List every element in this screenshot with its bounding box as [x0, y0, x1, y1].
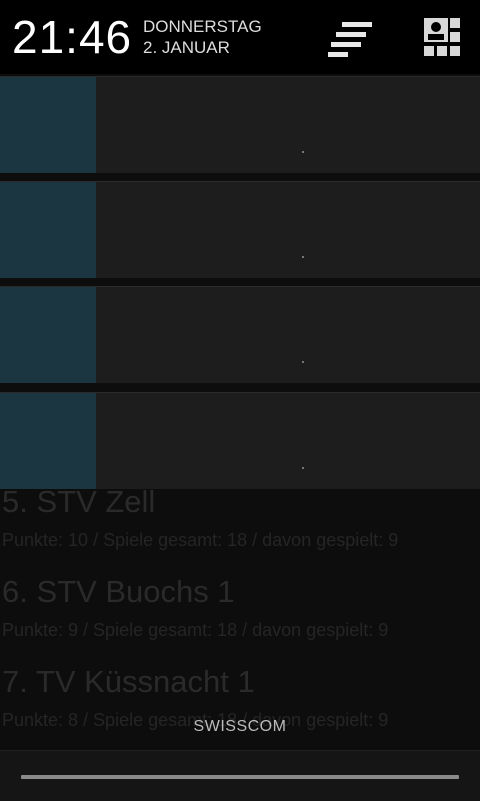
user-profile-button[interactable] — [418, 14, 466, 62]
notification-card[interactable] — [0, 392, 480, 489]
notification-card[interactable] — [0, 76, 480, 173]
shade-footer[interactable] — [0, 750, 480, 801]
notification-app-icon — [0, 182, 96, 278]
notification-app-icon — [0, 287, 96, 383]
carrier-label: SWISSCOM — [193, 718, 287, 735]
team-rank-title: 7. TV Küssnacht 1 — [2, 664, 255, 699]
notification-card[interactable] — [0, 286, 480, 383]
list-item: 6. STV Buochs 1 Punkte: 9 / Spiele gesam… — [2, 574, 388, 641]
notification-card[interactable] — [0, 181, 480, 278]
drag-handle[interactable] — [21, 775, 459, 779]
team-rank-title: 5. STV Zell — [2, 484, 156, 519]
notification-body — [96, 77, 480, 173]
notification-body — [96, 393, 480, 489]
list-item: 5. STV Zell Punkte: 10 / Spiele gesamt: … — [2, 484, 398, 551]
notification-shade-header: 21:46 DONNERSTAG 2. JANUAR — [0, 0, 480, 74]
notification-body — [96, 182, 480, 278]
user-profile-icon — [424, 18, 460, 56]
weekday: DONNERSTAG — [143, 17, 262, 36]
notification-app-icon — [0, 393, 96, 489]
team-rank-title: 6. STV Buochs 1 — [2, 574, 235, 609]
quick-settings-button[interactable] — [324, 14, 372, 62]
date: 2. JANUAR — [143, 38, 230, 57]
quick-settings-icon — [328, 22, 372, 57]
team-stats: Punkte: 9 / Spiele gesamt: 18 / davon ge… — [2, 620, 389, 640]
team-stats: Punkte: 10 / Spiele gesamt: 18 / davon g… — [2, 530, 399, 550]
notification-app-icon — [0, 77, 96, 173]
clock: 21:46 — [12, 11, 133, 63]
notification-body — [96, 287, 480, 383]
